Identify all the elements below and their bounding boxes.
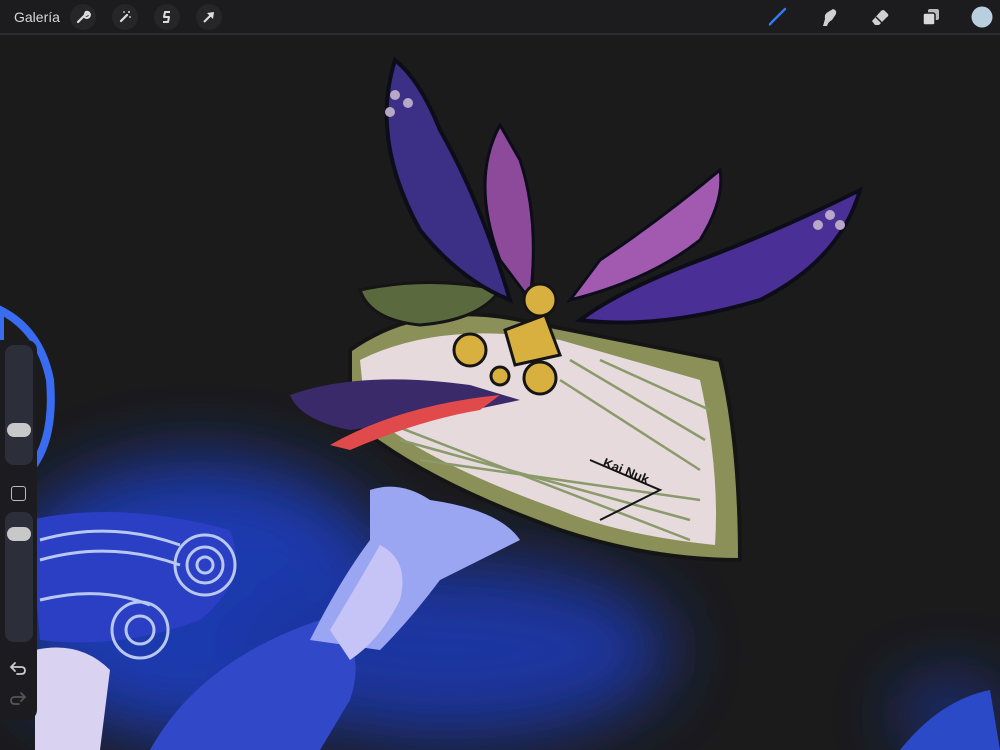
redo-icon[interactable]	[9, 690, 27, 706]
color-swatch-icon	[971, 6, 993, 28]
brush-button[interactable]	[763, 4, 791, 30]
top-toolbar: Galería	[0, 0, 1000, 35]
brush-icon	[768, 7, 787, 26]
wrench-icon	[76, 10, 91, 24]
color-button[interactable]	[968, 4, 996, 30]
gallery-button[interactable]: Galería	[14, 9, 60, 25]
opacity-slider[interactable]	[5, 512, 33, 642]
eraser-button[interactable]	[866, 4, 894, 30]
arrow-cursor-icon	[203, 12, 214, 23]
selection-s-icon	[163, 11, 170, 23]
left-sidebar	[0, 340, 37, 720]
transform-button[interactable]	[196, 4, 222, 30]
layers-icon	[922, 9, 939, 26]
undo-icon[interactable]	[9, 660, 27, 676]
magic-wand-icon	[119, 11, 131, 23]
adjustments-button[interactable]	[112, 4, 138, 30]
eyedropper-modify-button[interactable]	[11, 486, 26, 501]
opacity-thumb[interactable]	[7, 526, 31, 541]
eraser-icon	[872, 10, 889, 25]
smudge-button[interactable]	[815, 4, 843, 30]
smudge-finger-icon	[823, 9, 837, 26]
brush-size-slider[interactable]	[5, 345, 33, 465]
brush-size-thumb[interactable]	[7, 422, 31, 437]
actions-button[interactable]	[70, 4, 96, 30]
layers-button[interactable]	[917, 4, 945, 30]
drawing-canvas[interactable]: Kai Nuk	[0, 35, 1000, 750]
selection-button[interactable]	[154, 4, 180, 30]
